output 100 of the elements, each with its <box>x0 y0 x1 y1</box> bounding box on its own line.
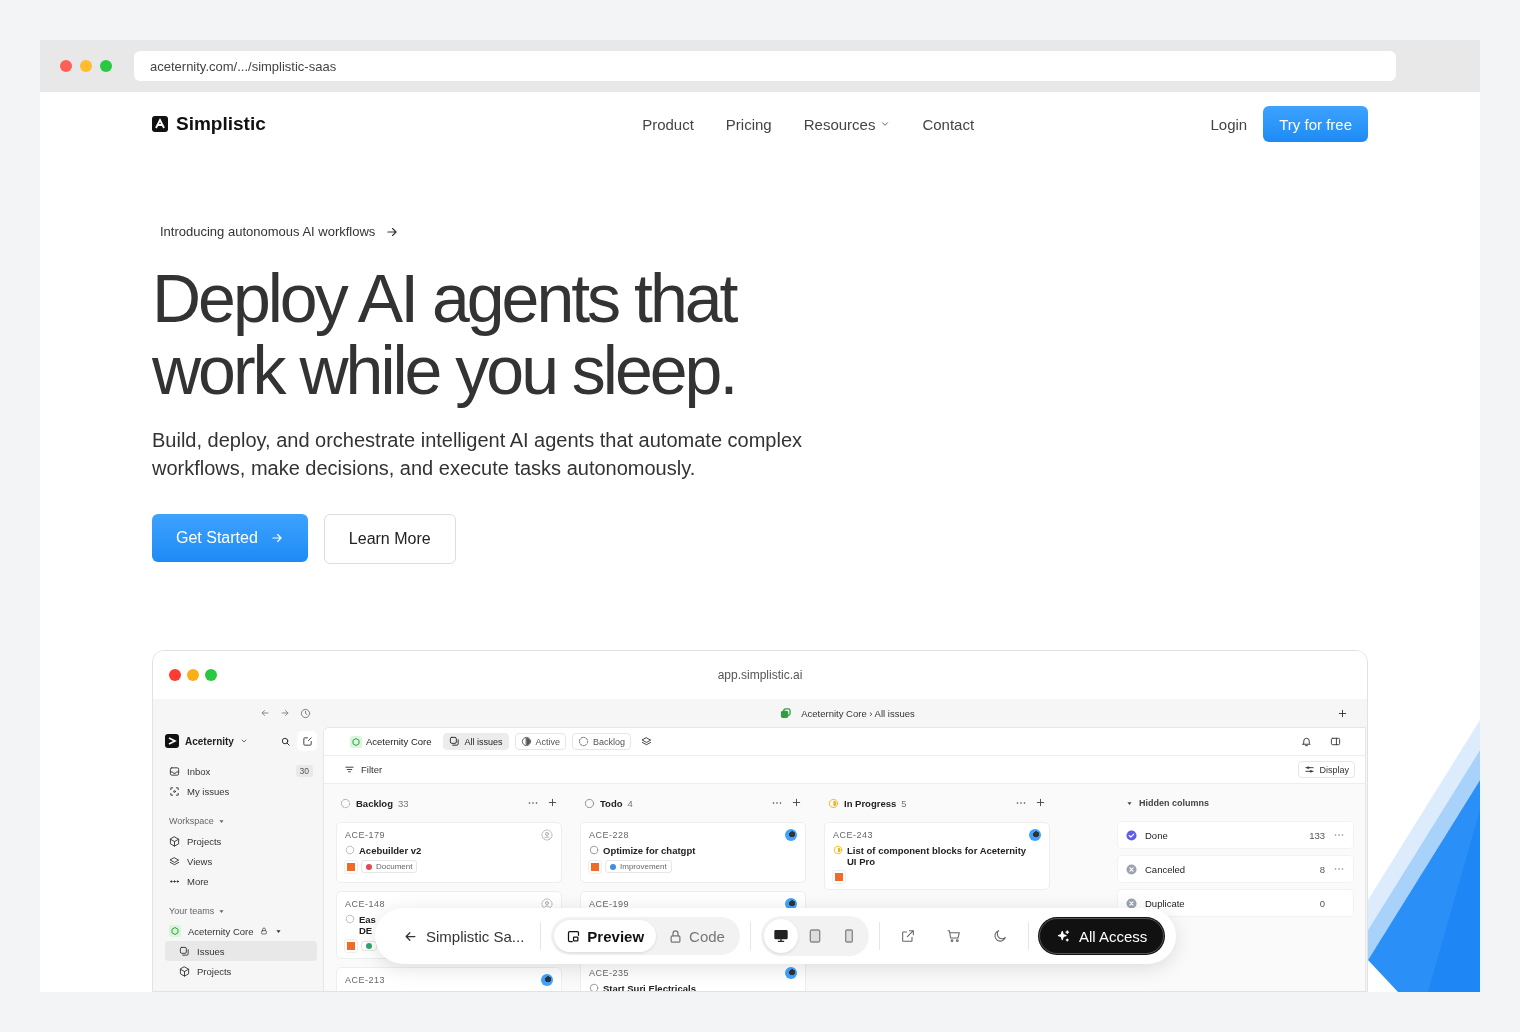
column-title: Duplicate <box>1145 897 1185 909</box>
filter-button[interactable]: Filter <box>361 764 383 775</box>
issue-title: Acebuilder v2 <box>359 845 422 856</box>
issue-id: ACE-228 <box>589 830 630 840</box>
sparkles-icon <box>1055 928 1071 944</box>
brand-name[interactable]: Simplistic <box>176 113 266 135</box>
plus-icon <box>547 797 558 808</box>
login-link[interactable]: Login <box>1210 115 1248 133</box>
mode-tab[interactable]: Preview <box>554 920 657 952</box>
arrow-left-icon <box>260 708 270 718</box>
count-badge: 30 <box>295 765 313 777</box>
clock-icon <box>300 707 311 719</box>
sidebar-item[interactable]: Projects <box>165 831 317 851</box>
column-count: 33 <box>397 797 409 809</box>
cube-icon <box>179 965 190 977</box>
issue-card[interactable]: ACE-243 List of component blocks for Aceternity UI Pro <box>824 822 1050 890</box>
sidebar-toggle-icon <box>1330 736 1341 747</box>
hidden-column-row[interactable]: Canceled 8 <box>1118 856 1353 882</box>
hero-description: Build, deploy, and orchestrate intelligent AI agents that automate complex workflows, make decisions, and execute tasks autonomously. <box>152 428 804 481</box>
hidden-columns-title[interactable]: Hidden columns <box>1139 798 1209 808</box>
caret-down-icon <box>217 817 225 825</box>
hidden-column-row[interactable]: Duplicate 0 <box>1118 890 1353 916</box>
hidden-column-row[interactable]: Done 133 <box>1118 822 1353 848</box>
layers-icon <box>641 736 653 747</box>
sidebar-item[interactable]: Inbox 30 <box>165 761 317 781</box>
avatar <box>541 974 553 986</box>
close-window-icon[interactable] <box>60 60 72 72</box>
nav-link[interactable]: Product <box>642 115 694 133</box>
sliders-icon <box>1304 764 1316 775</box>
issue-id: ACE-199 <box>589 899 630 909</box>
issue-title: Eas DE <box>359 914 376 936</box>
cube-icon <box>780 707 792 719</box>
learn-more-button[interactable]: Learn More <box>323 514 456 564</box>
view-tab[interactable]: Backlog <box>572 733 632 750</box>
cube-icon <box>169 835 180 847</box>
unassigned-icon <box>541 898 553 910</box>
edit-icon <box>301 735 313 747</box>
dashed-circle-icon <box>345 914 355 924</box>
issue-label: Document <box>361 860 418 873</box>
monitor-icon <box>772 928 789 944</box>
sidebar-item[interactable]: Views <box>165 851 317 871</box>
workspace-name[interactable]: Aceternity <box>185 735 234 747</box>
breadcrumb: Aceternity Core › All issues <box>801 707 915 719</box>
nav-link[interactable]: Contact <box>922 115 975 133</box>
plus-icon <box>1337 708 1348 719</box>
section-title[interactable]: Your teams <box>169 906 215 916</box>
all-access-button[interactable]: All Access <box>1038 918 1165 954</box>
half-circle-icon <box>828 797 839 809</box>
issue-card[interactable]: ACE-179 Acebuilder v2 Document <box>336 822 562 883</box>
caret-down-icon <box>1126 799 1133 807</box>
column-count: 133 <box>1309 829 1325 841</box>
view-tab[interactable]: Active <box>514 733 566 750</box>
column-count: 5 <box>901 797 907 809</box>
filter-icon <box>344 764 355 775</box>
address-bar[interactable]: aceternity.com/.../simplistic-saas <box>134 51 1396 81</box>
chevron-down-icon <box>880 119 891 129</box>
dashed-circle-icon <box>578 736 589 747</box>
half-circle-icon <box>833 845 843 855</box>
sidebar-item[interactable]: Issues <box>165 941 317 961</box>
external-link-icon <box>899 928 916 944</box>
search-icon <box>280 735 291 747</box>
display-button[interactable]: Display <box>1298 761 1355 778</box>
desktop-view-button[interactable] <box>763 919 798 953</box>
back-link[interactable]: Simplistic Sa... <box>397 927 531 945</box>
mode-tab[interactable]: Code <box>656 920 737 952</box>
layers-icon <box>169 855 180 867</box>
issue-id: ACE-213 <box>345 975 386 985</box>
preview-url: app.simplistic.ai <box>717 668 803 682</box>
sidebar-item[interactable]: My issues <box>165 781 317 801</box>
workspace-logo-icon <box>165 734 179 748</box>
issue-card[interactable]: ACE-213 <box>336 967 562 991</box>
new-issue-button[interactable] <box>297 731 317 751</box>
column-title: Todo <box>600 797 623 809</box>
column-title: Backlog <box>356 797 393 809</box>
issue-card[interactable]: ACE-228 Optimize for chatgpt Improvement <box>580 822 806 883</box>
x-circle-icon <box>1126 863 1137 875</box>
caret-down-icon <box>218 907 226 915</box>
issue-id: ACE-235 <box>589 968 630 978</box>
section-title[interactable]: Workspace <box>169 816 214 826</box>
logo-icon <box>152 116 168 132</box>
issues-icon <box>449 736 461 747</box>
column-count: 0 <box>1319 897 1325 909</box>
view-tab[interactable]: All issues <box>443 733 509 750</box>
preview-icon <box>566 928 582 944</box>
issue-label: Improvement <box>605 860 672 873</box>
nav-link[interactable]: Pricing <box>725 115 772 133</box>
arrow-right-icon <box>269 531 284 545</box>
issue-title: List of component blocks for Aceternity UI Pro <box>847 845 1027 867</box>
lock-icon <box>668 928 684 944</box>
cube-icon <box>169 925 181 937</box>
lock-icon <box>260 927 269 935</box>
minimize-window-icon <box>187 669 199 681</box>
sidebar-item[interactable]: More <box>165 871 317 891</box>
nav-link[interactable]: Resources <box>803 115 891 133</box>
maximize-window-icon[interactable] <box>100 60 112 72</box>
hero-heading: Deploy AI agents that work while you sleep. <box>152 262 738 406</box>
sidebar-item[interactable]: Projects <box>165 961 317 981</box>
announcement-text[interactable]: Introducing autonomous AI workflows <box>160 224 376 239</box>
issue-id: ACE-148 <box>345 899 386 909</box>
sidebar-item[interactable]: Aceternity Core <box>165 921 317 941</box>
